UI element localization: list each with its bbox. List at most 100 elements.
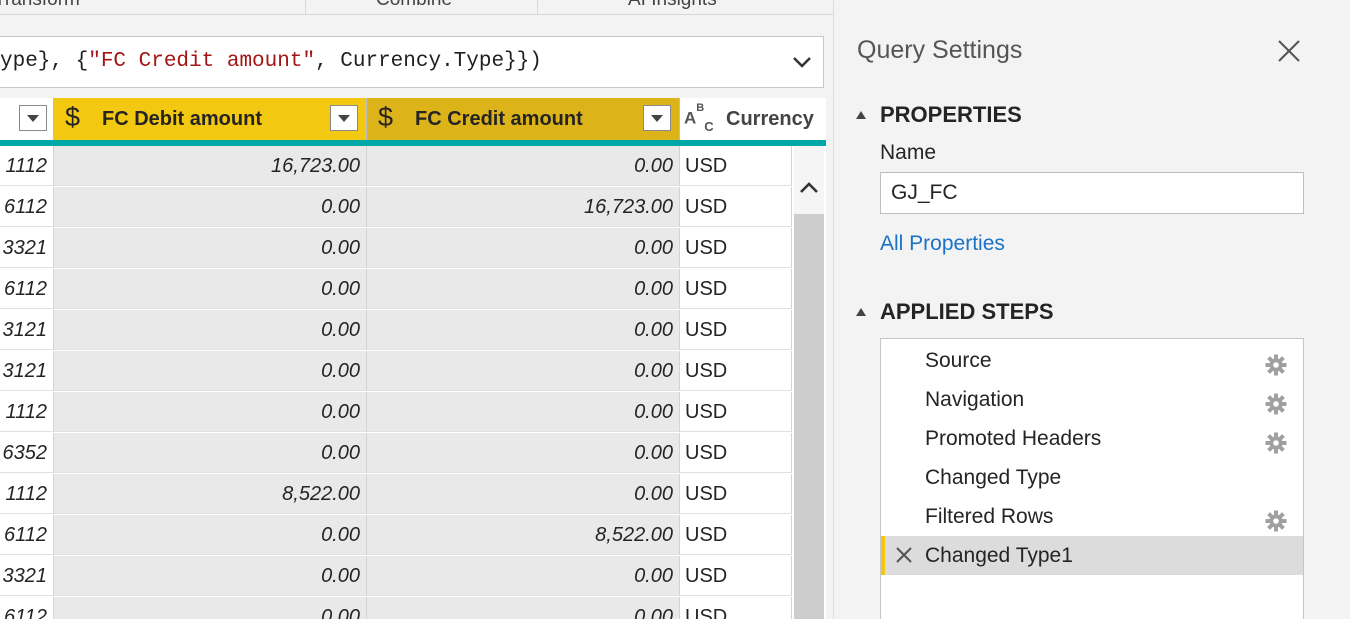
column-filter-dropdown[interactable] bbox=[19, 105, 47, 131]
table-cell[interactable]: 0.00 bbox=[54, 392, 367, 432]
table-cell[interactable]: USD bbox=[680, 351, 792, 391]
text-type-icon[interactable]: ABC bbox=[684, 102, 714, 134]
table-cell[interactable]: 0.00 bbox=[367, 433, 680, 473]
table-cell[interactable]: 6112 bbox=[0, 187, 54, 227]
table-cell[interactable]: USD bbox=[680, 392, 792, 432]
column-header-label: FC Debit amount bbox=[102, 108, 262, 130]
table-cell[interactable]: 3121 bbox=[0, 310, 54, 350]
data-grid: $ FC Debit amount $ FC Credit amount ABC… bbox=[0, 98, 826, 619]
table-cell[interactable]: 1112 bbox=[0, 392, 54, 432]
column-header-currency[interactable]: ABC Currency bbox=[680, 98, 826, 140]
column-filter-dropdown[interactable] bbox=[330, 105, 358, 131]
collapse-triangle-icon[interactable] bbox=[856, 111, 866, 119]
table-cell[interactable]: 6112 bbox=[0, 597, 54, 619]
delete-step-icon[interactable] bbox=[894, 545, 914, 565]
chevron-down-icon[interactable] bbox=[791, 51, 813, 73]
column-header-label: FC Credit amount bbox=[415, 108, 583, 130]
table-cell[interactable]: 6352 bbox=[0, 433, 54, 473]
table-row: 6352 0.00 0.00 USD bbox=[0, 433, 792, 474]
applied-step[interactable]: Promoted Headers bbox=[881, 419, 1303, 458]
applied-step[interactable]: Changed Type bbox=[881, 458, 1303, 497]
currency-type-icon[interactable]: $ bbox=[65, 102, 80, 133]
table-cell[interactable]: 0.00 bbox=[367, 556, 680, 596]
applied-step[interactable]: Navigation bbox=[881, 380, 1303, 419]
gear-icon[interactable] bbox=[1265, 428, 1287, 454]
column-header-account[interactable] bbox=[0, 98, 54, 140]
table-cell[interactable]: 0.00 bbox=[54, 351, 367, 391]
table-cell[interactable]: USD bbox=[680, 187, 792, 227]
vertical-scrollbar[interactable] bbox=[794, 146, 824, 619]
table-cell[interactable]: 0.00 bbox=[367, 392, 680, 432]
table-cell[interactable]: 0.00 bbox=[367, 310, 680, 350]
scroll-up-icon[interactable] bbox=[797, 176, 821, 200]
properties-section-header[interactable]: PROPERTIES bbox=[856, 102, 1022, 128]
table-row: 1112 0.00 0.00 USD bbox=[0, 392, 792, 433]
table-cell[interactable]: 0.00 bbox=[54, 310, 367, 350]
table-cell[interactable]: USD bbox=[680, 556, 792, 596]
table-cell[interactable]: 0.00 bbox=[367, 228, 680, 268]
table-cell[interactable]: 16,723.00 bbox=[367, 187, 680, 227]
table-cell[interactable]: 0.00 bbox=[54, 187, 367, 227]
table-cell[interactable]: USD bbox=[680, 310, 792, 350]
formula-bar[interactable]: ype}, {"FC Credit amount", Currency.Type… bbox=[0, 36, 824, 88]
table-cell[interactable]: 0.00 bbox=[54, 597, 367, 619]
ribbon-group-labels: Transform Combine AI Insights bbox=[0, 0, 833, 14]
table-cell[interactable]: 6112 bbox=[0, 269, 54, 309]
table-row: 1112 8,522.00 0.00 USD bbox=[0, 474, 792, 515]
collapse-triangle-icon[interactable] bbox=[856, 308, 866, 316]
ribbon-separator bbox=[305, 0, 306, 14]
table-cell[interactable]: 1112 bbox=[0, 474, 54, 514]
table-cell[interactable]: 3121 bbox=[0, 351, 54, 391]
table-cell[interactable]: 3321 bbox=[0, 228, 54, 268]
scrollbar-thumb[interactable] bbox=[794, 214, 824, 619]
table-cell[interactable]: 0.00 bbox=[54, 269, 367, 309]
query-settings-pane: Query Settings PROPERTIES Name All Prope… bbox=[834, 0, 1350, 619]
formula-text[interactable]: ype}, {"FC Credit amount", Currency.Type… bbox=[0, 50, 542, 73]
applied-step[interactable]: Filtered Rows bbox=[881, 497, 1303, 536]
table-cell[interactable]: 0.00 bbox=[367, 146, 680, 186]
applied-steps-section-header[interactable]: APPLIED STEPS bbox=[856, 299, 1054, 325]
table-cell[interactable]: 0.00 bbox=[54, 556, 367, 596]
table-cell[interactable]: 6112 bbox=[0, 515, 54, 555]
applied-step[interactable]: Changed Type1 bbox=[881, 536, 1303, 575]
table-cell[interactable]: 0.00 bbox=[54, 433, 367, 473]
table-row: 6112 0.00 0.00 USD bbox=[0, 597, 792, 619]
table-cell[interactable]: USD bbox=[680, 433, 792, 473]
table-cell[interactable]: 16,723.00 bbox=[54, 146, 367, 186]
gear-icon[interactable] bbox=[1265, 350, 1287, 376]
column-header-label: Currency bbox=[726, 108, 814, 130]
ribbon-group-ai-insights: AI Insights bbox=[628, 0, 717, 11]
table-cell[interactable]: 8,522.00 bbox=[367, 515, 680, 555]
table-cell[interactable]: 1112 bbox=[0, 146, 54, 186]
applied-steps-list: Source Navigation Promoted Headers Changed … bbox=[880, 338, 1304, 619]
column-filter-dropdown[interactable] bbox=[643, 105, 671, 131]
gear-icon[interactable] bbox=[1265, 506, 1287, 532]
table-cell[interactable]: USD bbox=[680, 597, 792, 619]
applied-step[interactable]: Source bbox=[881, 341, 1303, 380]
table-cell[interactable]: 0.00 bbox=[54, 228, 367, 268]
table-cell[interactable]: 8,522.00 bbox=[54, 474, 367, 514]
ribbon-group-combine: Combine bbox=[376, 0, 452, 11]
table-cell[interactable]: 0.00 bbox=[367, 597, 680, 619]
table-cell[interactable]: 0.00 bbox=[367, 474, 680, 514]
column-header-fc-credit-amount[interactable]: $ FC Credit amount bbox=[367, 98, 680, 140]
query-name-input[interactable] bbox=[880, 172, 1304, 214]
table-row: 3321 0.00 0.00 USD bbox=[0, 228, 792, 269]
column-header-fc-debit-amount[interactable]: $ FC Debit amount bbox=[54, 98, 367, 140]
table-cell[interactable]: 3321 bbox=[0, 556, 54, 596]
pane-title: Query Settings bbox=[857, 36, 1023, 64]
applied-step-label: Navigation bbox=[925, 388, 1025, 411]
table-cell[interactable]: 0.00 bbox=[367, 351, 680, 391]
table-cell[interactable]: USD bbox=[680, 474, 792, 514]
table-cell[interactable]: 0.00 bbox=[54, 515, 367, 555]
currency-type-icon[interactable]: $ bbox=[378, 102, 393, 133]
close-icon[interactable] bbox=[1276, 38, 1302, 64]
table-cell[interactable]: USD bbox=[680, 515, 792, 555]
table-row: 3121 0.00 0.00 USD bbox=[0, 351, 792, 392]
table-cell[interactable]: USD bbox=[680, 146, 792, 186]
table-cell[interactable]: 0.00 bbox=[367, 269, 680, 309]
all-properties-link[interactable]: All Properties bbox=[880, 232, 1005, 256]
table-cell[interactable]: USD bbox=[680, 269, 792, 309]
table-cell[interactable]: USD bbox=[680, 228, 792, 268]
gear-icon[interactable] bbox=[1265, 389, 1287, 415]
